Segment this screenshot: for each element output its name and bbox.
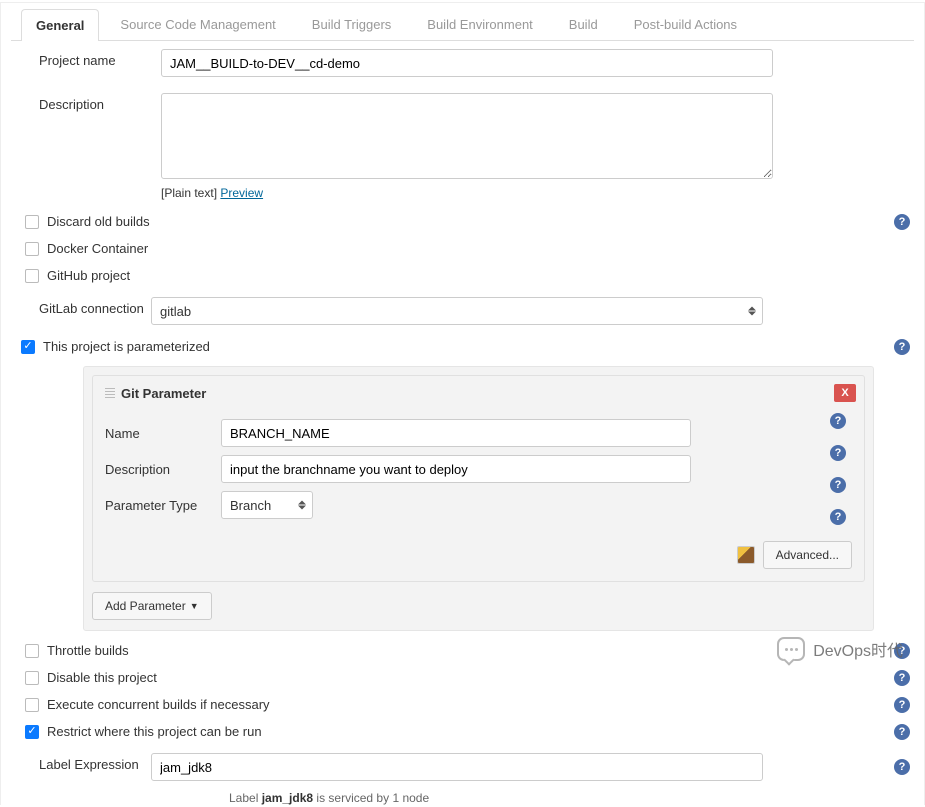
parameterized-checkbox[interactable] [21,340,35,354]
param-desc-input[interactable] [221,455,691,483]
chevron-updown-icon [748,307,756,316]
help-icon[interactable]: ? [894,214,910,230]
disable-project-label: Disable this project [47,670,157,685]
concurrent-builds-checkbox[interactable] [25,698,39,712]
watermark: DevOps时代 [777,637,903,661]
help-icon[interactable]: ? [894,670,910,686]
discard-old-builds-label: Discard old builds [47,214,150,229]
chevron-updown-icon [298,501,306,510]
label-expression-label: Label Expression [11,753,151,772]
plain-text-hint: [Plain text] [161,186,217,200]
parameterized-label: This project is parameterized [43,339,210,354]
tab-build[interactable]: Build [554,8,613,40]
param-name-label: Name [105,426,221,441]
description-label: Description [21,93,161,112]
tab-post-build[interactable]: Post-build Actions [619,8,752,40]
gitlab-connection-select[interactable]: gitlab [151,297,763,325]
github-project-label: GitHub project [47,268,130,283]
throttle-builds-checkbox[interactable] [25,644,39,658]
help-icon[interactable]: ? [830,445,846,461]
disable-project-checkbox[interactable] [25,671,39,685]
project-name-input[interactable] [161,49,773,77]
tab-general[interactable]: General [21,9,99,41]
param-name-input[interactable] [221,419,691,447]
preview-link[interactable]: Preview [220,186,263,200]
docker-container-checkbox[interactable] [25,242,39,256]
project-name-label: Project name [21,49,161,68]
tab-scm[interactable]: Source Code Management [105,8,290,40]
description-textarea[interactable] [161,93,773,179]
param-desc-label: Description [105,462,221,477]
docker-container-label: Docker Container [47,241,148,256]
config-tabs: General Source Code Management Build Tri… [11,3,914,41]
help-icon[interactable]: ? [830,509,846,525]
restrict-node-checkbox[interactable] [25,725,39,739]
pencil-icon [737,546,755,564]
param-type-select[interactable]: Branch [221,491,313,519]
drag-handle-icon[interactable] [105,388,115,400]
tab-build-triggers[interactable]: Build Triggers [297,8,406,40]
add-parameter-button[interactable]: Add Parameter ▼ [92,592,212,620]
throttle-builds-label: Throttle builds [47,643,129,658]
help-icon[interactable]: ? [894,697,910,713]
github-project-checkbox[interactable] [25,269,39,283]
gitlab-connection-label: GitLab connection [11,297,151,316]
label-expression-input[interactable] [151,753,763,781]
delete-parameter-button[interactable]: X [834,384,856,402]
help-icon[interactable]: ? [830,477,846,493]
chevron-down-icon: ▼ [190,601,199,611]
label-service-note: Label jam_jdk8 is serviced by 1 node [11,789,914,805]
advanced-button[interactable]: Advanced... [763,541,852,569]
parameter-section-title: Git Parameter [121,386,206,401]
discard-old-builds-checkbox[interactable] [25,215,39,229]
param-type-label: Parameter Type [105,498,221,513]
concurrent-builds-label: Execute concurrent builds if necessary [47,697,270,712]
tab-build-environment[interactable]: Build Environment [412,8,548,40]
help-icon[interactable]: ? [894,759,910,775]
parameter-block: X Git Parameter Name Description [83,366,874,631]
help-icon[interactable]: ? [894,339,910,355]
help-icon[interactable]: ? [830,413,846,429]
restrict-node-label: Restrict where this project can be run [47,724,262,739]
help-icon[interactable]: ? [894,724,910,740]
